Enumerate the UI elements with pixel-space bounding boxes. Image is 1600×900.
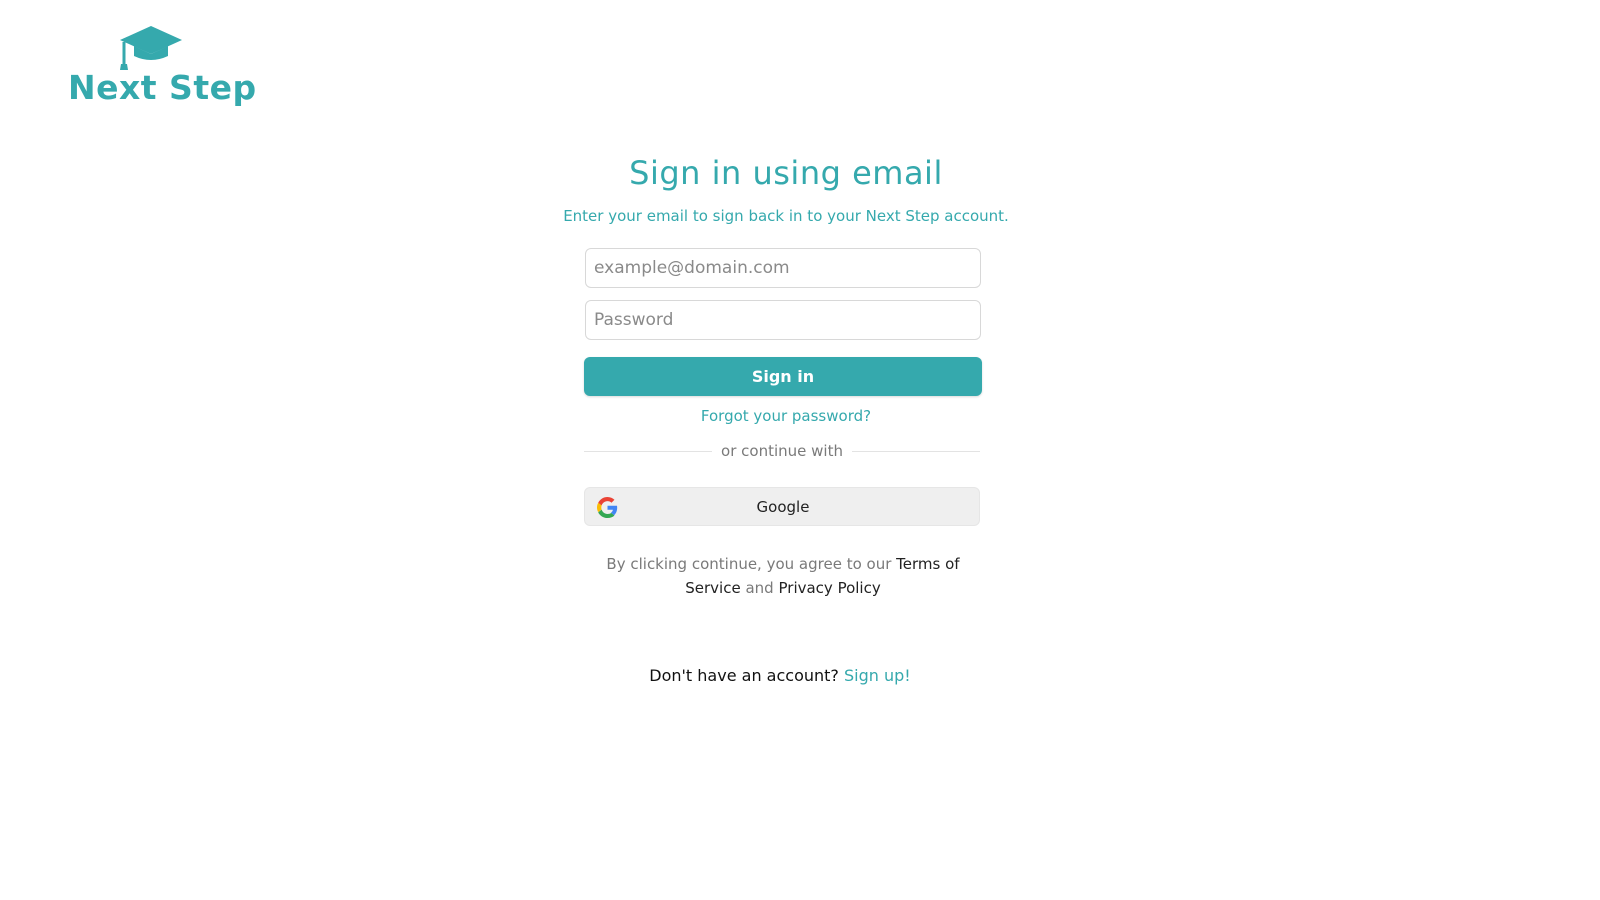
- signup-prompt-text: Don't have an account?: [649, 666, 839, 685]
- divider-line-right: [852, 451, 980, 452]
- legal-notice: By clicking continue, you agree to our T…: [590, 552, 976, 600]
- privacy-policy-link[interactable]: Privacy Policy: [779, 579, 881, 597]
- signup-prompt: Don't have an account? Sign up!: [0, 666, 1560, 685]
- google-sign-in-button[interactable]: Google: [584, 487, 980, 526]
- page-subtitle: Enter your email to sign back in to your…: [563, 207, 1009, 225]
- graduation-cap-icon: [120, 26, 182, 70]
- page-title: Sign in using email: [629, 154, 943, 192]
- or-divider: or continue with: [584, 442, 980, 462]
- forgot-password-link[interactable]: Forgot your password?: [0, 407, 1572, 425]
- next-step-logo[interactable]: Next Step: [68, 24, 256, 114]
- google-button-label: Google: [756, 498, 810, 516]
- legal-prefix: By clicking continue, you agree to our: [606, 555, 892, 573]
- logo-wordmark: Next Step: [68, 68, 257, 107]
- email-field[interactable]: [585, 248, 981, 288]
- password-field[interactable]: [585, 300, 981, 340]
- sign-up-link[interactable]: Sign up!: [844, 666, 911, 685]
- sign-in-button[interactable]: Sign in: [584, 357, 982, 396]
- sign-in-page: Next Step Sign in using email Enter your…: [0, 0, 1600, 900]
- legal-conjunction: and: [745, 579, 774, 597]
